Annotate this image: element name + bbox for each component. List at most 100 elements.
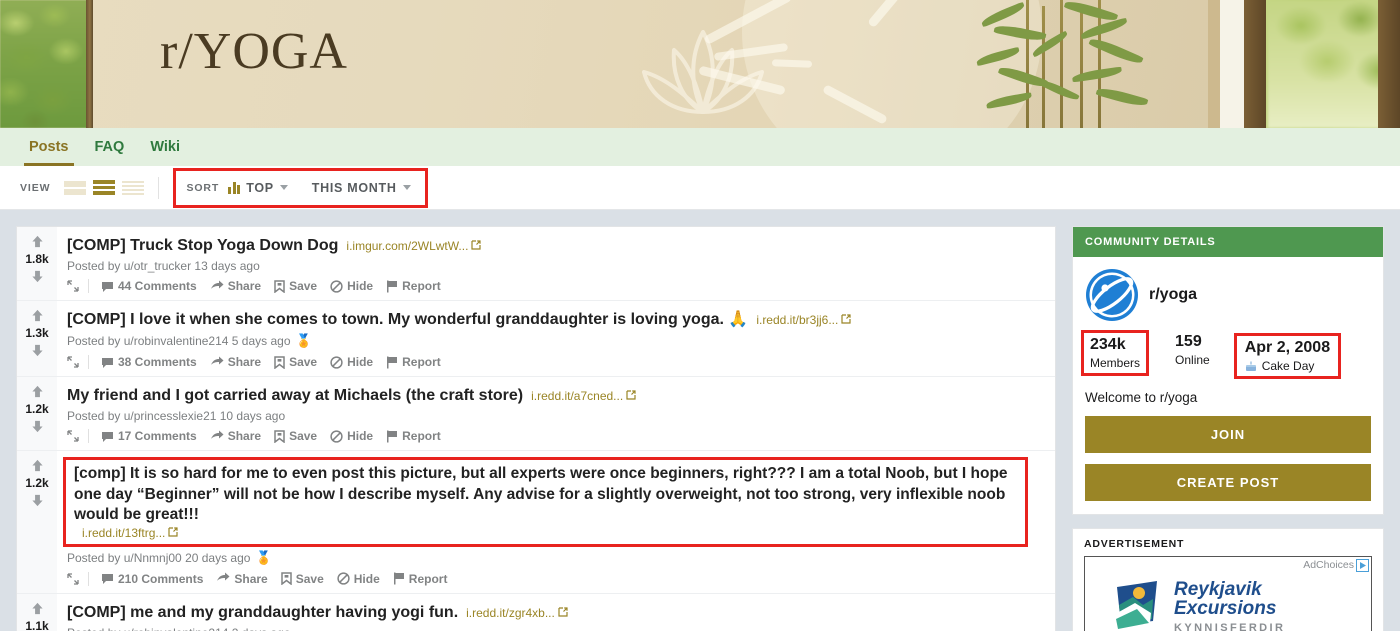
classic-view-icon[interactable] (93, 179, 116, 196)
post-title[interactable]: My friend and I got carried away at Mich… (67, 385, 523, 406)
expand-button[interactable] (67, 356, 79, 368)
expand-icon (67, 430, 79, 442)
comments-button[interactable]: 44 Comments (101, 279, 197, 293)
report-button[interactable]: Report (386, 279, 441, 293)
banner-foliage-left (0, 0, 88, 128)
post-link[interactable]: i.redd.it/a7cned... (531, 389, 636, 403)
save-button[interactable]: Save (274, 355, 317, 369)
community-details-header: COMMUNITY DETAILS (1073, 227, 1383, 257)
save-button[interactable]: Save (280, 572, 324, 586)
cake-day-label: Cake Day (1261, 358, 1315, 373)
advertisement-card: ADVERTISEMENT AdChoices Reykjavik Excurs… (1072, 527, 1384, 631)
report-button[interactable]: Report (393, 572, 447, 586)
downvote-icon[interactable] (31, 344, 44, 357)
share-button[interactable]: Share (216, 572, 268, 586)
card-view-icon[interactable] (64, 179, 87, 196)
join-button[interactable]: JOIN (1085, 415, 1371, 453)
toolbar-divider (158, 176, 160, 199)
tab-faq[interactable]: FAQ (82, 128, 138, 166)
downvote-icon[interactable] (31, 270, 44, 283)
expand-button[interactable] (67, 280, 79, 292)
post-title[interactable]: [COMP] I love it when she comes to town.… (67, 309, 748, 330)
post-link[interactable]: i.redd.it/13ftrg... (82, 526, 178, 540)
advertisement-creative[interactable]: AdChoices Reykjavik Excursions KYNNISFER… (1084, 555, 1372, 631)
comment-icon (102, 431, 113, 442)
comment-icon (102, 357, 113, 368)
report-button[interactable]: Report (386, 429, 441, 443)
post-title[interactable]: [COMP] me and my granddaughter having yo… (67, 602, 458, 623)
banner-window-mullion (1378, 0, 1400, 128)
external-link-icon (558, 607, 568, 617)
advertiser-tagline: KYNNISFERDIR (1174, 621, 1286, 631)
post-link[interactable]: i.redd.it/zgr4xb... (466, 606, 568, 620)
post-link[interactable]: i.imgur.com/2WLwtW... (346, 239, 482, 253)
vote-column: 1.8k (17, 227, 57, 301)
chevron-down-icon (402, 185, 411, 190)
post-item[interactable]: 1.1k [COMP] me and my granddaughter havin… (17, 593, 1055, 631)
post-actions: 17 Comments Share Save Hide Report (67, 429, 1045, 444)
external-link-icon (471, 240, 482, 250)
save-button[interactable]: Save (274, 279, 317, 293)
post-title-row: My friend and I got carried away at Mich… (67, 385, 1045, 406)
post-item[interactable]: 1.2k My friend and I got carried away at … (17, 377, 1055, 452)
vote-column: 1.2k (17, 377, 57, 451)
hide-button[interactable]: Hide (330, 279, 373, 293)
community-stats: 234k Members 159 Online Apr 2, 2008 Cake… (1081, 330, 1371, 379)
share-button[interactable]: Share (210, 429, 261, 443)
vote-column: 1.3k (17, 301, 57, 377)
tab-posts[interactable]: Posts (16, 128, 82, 166)
post-title-highlight: [comp] It is so hard for me to even post… (63, 457, 1028, 547)
post-body: [COMP] I love it when she comes to town.… (57, 301, 1055, 376)
subreddit-banner: r/YOGA (0, 0, 1400, 128)
page-main: 1.8k [COMP] Truck Stop Yoga Down Dog i.img… (0, 210, 1400, 631)
cake-day-highlight: Apr 2, 2008 Cake Day (1233, 333, 1342, 379)
share-icon (210, 430, 224, 439)
downvote-icon[interactable] (31, 420, 44, 433)
post-item[interactable]: 1.3k [COMP] I love it when she comes to t… (17, 301, 1055, 378)
share-button[interactable]: Share (210, 279, 261, 293)
share-button[interactable]: Share (210, 355, 261, 369)
expand-button[interactable] (67, 430, 79, 442)
sort-time-dropdown[interactable]: THIS MONTH (312, 181, 411, 195)
post-title-row: [COMP] me and my granddaughter having yo… (67, 602, 1045, 623)
community-name: r/yoga (1149, 286, 1198, 303)
post-link[interactable]: i.redd.it/br3jj6... (756, 313, 851, 327)
adchoices-control[interactable]: AdChoices (1303, 558, 1369, 572)
feed-toolbar: VIEW SORT TOP THIS MONTH (0, 166, 1400, 210)
compact-view-icon[interactable] (122, 179, 145, 196)
hide-button[interactable]: Hide (330, 355, 373, 369)
tab-wiki[interactable]: Wiki (137, 128, 193, 166)
comments-button[interactable]: 17 Comments (101, 429, 197, 443)
report-button[interactable]: Report (386, 355, 441, 369)
downvote-icon[interactable] (31, 494, 44, 507)
report-icon (393, 572, 404, 585)
sort-top-dropdown[interactable]: TOP (246, 181, 288, 195)
post-title[interactable]: [COMP] Truck Stop Yoga Down Dog (67, 235, 338, 256)
subreddit-nav-tabs: Posts FAQ Wiki (0, 128, 1400, 166)
comments-button[interactable]: 38 Comments (101, 355, 197, 369)
comments-button[interactable]: 210 Comments (101, 572, 203, 586)
hide-button[interactable]: Hide (330, 429, 373, 443)
post-item[interactable]: 1.8k [COMP] Truck Stop Yoga Down Dog i.img… (17, 227, 1055, 302)
sort-time-label: THIS MONTH (311, 180, 397, 195)
cake-day-row: Cake Day (1245, 359, 1330, 373)
post-body: [comp] It is so hard for me to even post… (57, 451, 1055, 592)
view-mode-group (64, 179, 145, 196)
hide-icon (330, 279, 343, 293)
post-item[interactable]: 1.2k [comp] It is so hard for me to even … (17, 451, 1055, 594)
bar-chart-icon (228, 181, 241, 194)
upvote-icon[interactable] (31, 309, 44, 322)
expand-button[interactable] (67, 573, 79, 585)
upvote-icon[interactable] (31, 602, 44, 615)
post-byline: Posted by u/otr_trucker 13 days ago (67, 259, 260, 274)
post-actions: 44 Comments Share Save Hide Report (67, 279, 1045, 294)
upvote-icon[interactable] (31, 459, 44, 472)
post-body: [COMP] me and my granddaughter having yo… (57, 594, 1055, 631)
create-post-button[interactable]: CREATE POST (1085, 463, 1371, 501)
post-title[interactable]: [comp] It is so hard for me to even post… (74, 464, 1019, 525)
hide-button[interactable]: Hide (337, 572, 380, 586)
sort-controls-highlight: SORT TOP THIS MONTH (173, 167, 428, 208)
upvote-icon[interactable] (31, 235, 44, 248)
save-button[interactable]: Save (274, 429, 317, 443)
upvote-icon[interactable] (31, 385, 44, 398)
